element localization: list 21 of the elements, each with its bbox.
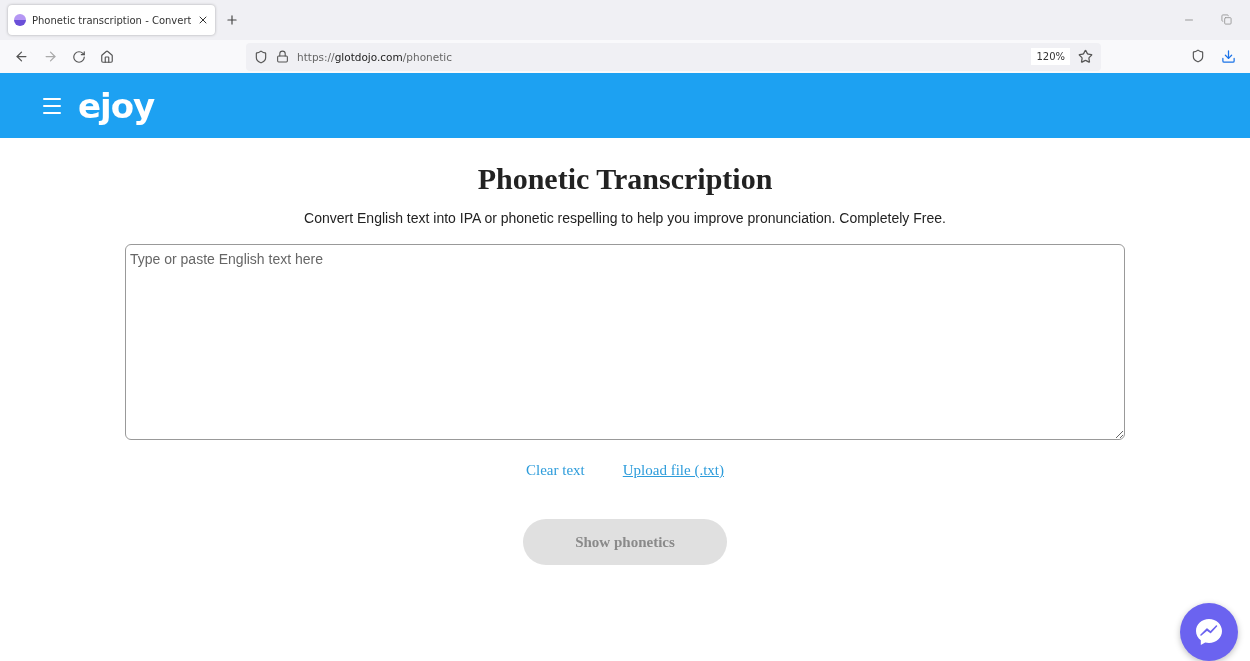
chat-bubble-icon xyxy=(1193,616,1225,648)
new-tab-icon[interactable] xyxy=(225,13,240,27)
star-icon[interactable] xyxy=(1078,49,1093,64)
back-icon[interactable] xyxy=(14,49,29,64)
site-icon xyxy=(14,14,26,26)
page-title: Phonetic Transcription xyxy=(477,162,773,196)
address-bar[interactable]: https://glotdojo.com/phonetic 120% xyxy=(246,42,1101,71)
upload-link[interactable]: Upload file (.txt) xyxy=(622,462,724,479)
download-icon[interactable] xyxy=(1221,49,1236,64)
lock-icon xyxy=(276,50,289,63)
shield-icon[interactable] xyxy=(254,49,268,64)
browser-tab[interactable]: Phonetic transcription - Convert xyxy=(8,5,216,35)
logo[interactable]: ejoy xyxy=(78,85,155,126)
text-input-field[interactable]: Type or paste English text here xyxy=(125,244,1125,440)
url-text: https://glotdojo.com/phonetic xyxy=(297,50,452,63)
reload-icon[interactable] xyxy=(72,49,86,64)
page-subtitle: Convert English text into IPA or phonetic respelling to help you improve pronunciation. Completely Free. xyxy=(304,210,946,226)
chat-button[interactable] xyxy=(1180,603,1238,661)
clear-link[interactable]: Clear text xyxy=(526,462,585,479)
zoom-level[interactable]: 120% xyxy=(1031,48,1070,65)
home-icon[interactable] xyxy=(100,49,114,64)
